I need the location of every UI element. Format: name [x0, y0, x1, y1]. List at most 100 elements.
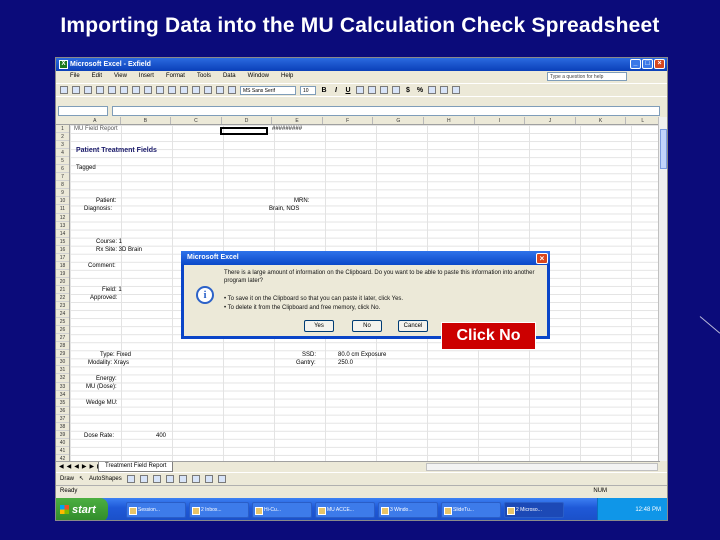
row-header[interactable]: 1 — [56, 125, 69, 134]
row-header[interactable]: 5 — [56, 157, 69, 166]
row-header[interactable]: 14 — [56, 230, 69, 238]
row-header[interactable]: 33 — [56, 383, 69, 391]
column-header[interactable]: L — [626, 117, 660, 124]
font-size-select[interactable]: 10 — [300, 85, 316, 95]
font-color-icon[interactable] — [452, 86, 460, 94]
textbox-icon[interactable] — [178, 474, 187, 483]
row-header[interactable]: 15 — [56, 238, 69, 246]
menu-tools[interactable]: Tools — [197, 71, 211, 82]
yes-button[interactable]: Yes — [304, 320, 334, 332]
cell-ssd-value[interactable]: 80.0 cm Exposure — [338, 352, 386, 358]
cell-comment[interactable]: Comment: — [88, 263, 116, 269]
menu-edit[interactable]: Edit — [92, 71, 102, 82]
column-header[interactable]: F — [323, 117, 374, 124]
row-header[interactable]: 17 — [56, 254, 69, 262]
menu-view[interactable]: View — [114, 71, 127, 82]
borders-icon[interactable] — [428, 86, 436, 94]
taskbar-item[interactable]: 2 Inbox... — [189, 502, 249, 518]
formula-bar[interactable] — [112, 106, 660, 116]
row-header[interactable]: 10 — [56, 197, 69, 206]
menu-help[interactable]: Help — [281, 71, 293, 82]
draw-menu[interactable]: Draw — [60, 476, 74, 482]
cell-heading[interactable]: Patient Treatment Fields — [76, 147, 157, 154]
row-header[interactable]: 39 — [56, 431, 69, 439]
minimize-icon[interactable]: _ — [630, 59, 641, 69]
row-header[interactable]: 32 — [56, 374, 69, 383]
sheet-tab-treatment-field-report[interactable]: Treatment Field Report — [98, 462, 174, 472]
row-header[interactable]: 2 — [56, 133, 69, 142]
align-left-icon[interactable] — [356, 86, 364, 94]
italic-icon[interactable]: I — [332, 87, 340, 94]
row-header[interactable]: 40 — [56, 439, 69, 447]
row-header[interactable]: 13 — [56, 222, 69, 230]
print-icon[interactable] — [96, 86, 104, 94]
row-header[interactable]: 25 — [56, 318, 69, 327]
row-header[interactable]: 8 — [56, 181, 69, 190]
cell-e1[interactable]: ######### — [272, 126, 302, 132]
cell-ssd[interactable]: SSD: — [302, 352, 316, 358]
column-header[interactable]: K — [576, 117, 627, 124]
column-header[interactable]: A — [70, 117, 121, 124]
autosum-icon[interactable] — [192, 86, 200, 94]
cell-gantry[interactable]: Gantry: — [296, 360, 316, 366]
arrow-icon[interactable] — [139, 474, 148, 483]
taskbar-item[interactable]: Session... — [126, 502, 186, 518]
row-header[interactable]: 27 — [56, 334, 69, 343]
row-header[interactable]: 36 — [56, 407, 69, 415]
row-header[interactable]: 35 — [56, 399, 69, 407]
row-header[interactable]: 31 — [56, 366, 69, 375]
taskbar-item[interactable]: SlideTu... — [441, 502, 501, 518]
close-window-icon[interactable]: × — [654, 59, 665, 69]
active-cell[interactable] — [220, 127, 268, 135]
row-header[interactable]: 21 — [56, 286, 69, 294]
cell-diagnosis[interactable]: Diagnosis: — [84, 206, 112, 212]
cell-gantry-value[interactable]: 250.0 — [338, 360, 353, 366]
cell-wedge-mu[interactable]: Wedge MU: — [86, 400, 118, 406]
chart-icon[interactable] — [216, 86, 224, 94]
column-header[interactable]: G — [373, 117, 425, 124]
menu-format[interactable]: Format — [166, 71, 185, 82]
cell-a1[interactable]: MU Field Report — [74, 126, 118, 132]
row-header[interactable]: 11 — [56, 205, 69, 214]
cell-dose-rate[interactable]: Dose Rate: — [84, 433, 114, 439]
row-header[interactable]: 6 — [56, 165, 69, 174]
select-arrow-icon[interactable]: ↖ — [79, 475, 84, 482]
column-header[interactable]: D — [222, 117, 273, 124]
row-header[interactable]: 4 — [56, 149, 69, 158]
column-header[interactable]: B — [121, 117, 172, 124]
dialog-close-icon[interactable]: × — [536, 253, 548, 264]
cell-field[interactable]: Field: 1 — [102, 287, 122, 293]
cell-mrn[interactable]: MRN: — [294, 198, 309, 204]
sort-icon[interactable] — [204, 86, 212, 94]
row-header[interactable]: 9 — [56, 189, 69, 198]
align-right-icon[interactable] — [380, 86, 388, 94]
wordart-icon[interactable] — [191, 474, 200, 483]
menu-file[interactable]: File — [70, 71, 80, 82]
undo-icon[interactable] — [168, 86, 176, 94]
paste-icon[interactable] — [156, 86, 164, 94]
row-header[interactable]: 12 — [56, 214, 69, 222]
row-header[interactable]: 22 — [56, 294, 69, 303]
zoom-icon[interactable] — [228, 86, 236, 94]
align-center-icon[interactable] — [368, 86, 376, 94]
menu-insert[interactable]: Insert — [139, 71, 154, 82]
line-icon[interactable] — [126, 474, 135, 483]
underline-icon[interactable]: U — [344, 87, 352, 94]
cell-energy[interactable]: Energy: — [96, 376, 117, 382]
bold-icon[interactable]: B — [320, 87, 328, 94]
row-header[interactable]: 38 — [56, 423, 69, 431]
new-icon[interactable] — [60, 86, 68, 94]
rectangle-icon[interactable] — [152, 474, 161, 483]
row-header[interactable]: 24 — [56, 310, 69, 319]
taskbar-item[interactable]: MU ACCE... — [315, 502, 375, 518]
row-header[interactable]: 41 — [56, 447, 69, 455]
cell-type[interactable]: Type: Fixed — [100, 352, 131, 358]
cell-course[interactable]: Course: 1 — [96, 239, 122, 245]
column-header[interactable]: J — [525, 117, 576, 124]
cell-rx-site[interactable]: Rx Site: 3D Brain — [96, 247, 142, 253]
cancel-button[interactable]: Cancel — [398, 320, 428, 332]
column-header[interactable]: E — [272, 117, 323, 124]
maximize-icon[interactable]: □ — [642, 59, 653, 69]
row-header[interactable]: 26 — [56, 326, 69, 335]
start-button[interactable]: start — [56, 498, 108, 520]
